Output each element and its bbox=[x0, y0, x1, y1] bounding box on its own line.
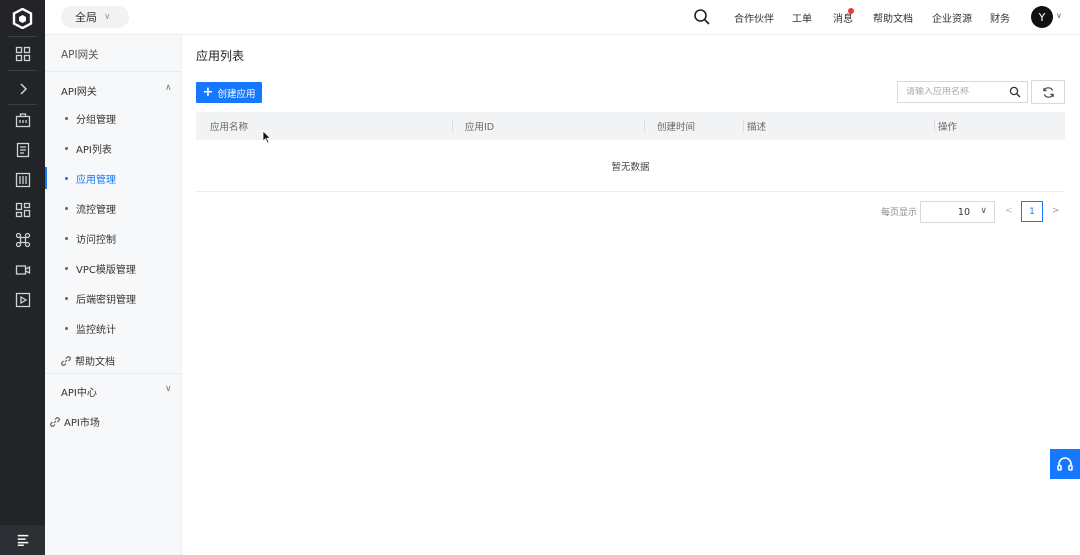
bullet-icon bbox=[65, 236, 68, 240]
scope-label: 全局 bbox=[75, 11, 97, 24]
logo-icon[interactable] bbox=[12, 8, 33, 29]
sidebar-item-monitoring[interactable]: 监控统计 bbox=[45, 313, 182, 343]
bullet-icon bbox=[65, 176, 68, 180]
sidebar-item-app-management[interactable]: 应用管理 bbox=[45, 163, 182, 193]
column-divider bbox=[743, 120, 744, 132]
sidebar-help-doc-label: 帮助文档 bbox=[75, 357, 115, 368]
nav-tickets[interactable]: 工单 bbox=[792, 0, 812, 35]
bullet-icon bbox=[65, 296, 68, 300]
sidebar-item-group-management[interactable]: 分组管理 bbox=[45, 103, 182, 133]
nav-enterprise-resources[interactable]: 企业资源 bbox=[932, 0, 972, 35]
top-bar: 全局 ∨ 合作伙伴 工单 消息 帮助文档 企业资源 财务 Y ∨ bbox=[45, 0, 1080, 35]
bullet-icon bbox=[65, 116, 68, 120]
sidebar-item-label: 应用管理 bbox=[76, 174, 116, 186]
column-divider bbox=[644, 120, 645, 132]
search-icon[interactable] bbox=[1009, 86, 1021, 98]
sidebar-group-api-center[interactable]: API中心 bbox=[61, 384, 97, 399]
page-number-button[interactable]: 1 bbox=[1021, 201, 1043, 222]
scope-selector[interactable]: 全局 ∨ bbox=[61, 6, 129, 28]
column-app-name[interactable]: 应用名称 bbox=[210, 112, 248, 140]
sidebar-item-backend-keys[interactable]: 后端密钥管理 bbox=[45, 283, 182, 313]
sidebar-item-label: VPC模版管理 bbox=[76, 264, 136, 276]
headset-icon bbox=[1057, 457, 1073, 471]
bullet-icon bbox=[65, 206, 68, 210]
nav-partners[interactable]: 合作伙伴 bbox=[734, 0, 774, 35]
refresh-button[interactable] bbox=[1031, 80, 1065, 104]
chevron-up-icon[interactable]: ∧ bbox=[165, 83, 172, 93]
sidebar-item-vpc-template[interactable]: VPC模版管理 bbox=[45, 253, 182, 283]
sidebar-item-access-control[interactable]: 访问控制 bbox=[45, 223, 182, 253]
sidebar-help-doc[interactable]: 帮助文档 bbox=[61, 353, 115, 368]
barcode-icon[interactable] bbox=[14, 171, 31, 188]
sidebar-item-label: 分组管理 bbox=[76, 114, 116, 126]
sidebar-item-label: 后端密钥管理 bbox=[76, 294, 136, 306]
sidebar-api-market[interactable]: API市场 bbox=[50, 414, 100, 429]
page-size-value: 10 bbox=[957, 206, 970, 218]
video-icon[interactable] bbox=[14, 261, 31, 278]
expand-chevron-icon[interactable] bbox=[14, 80, 31, 97]
chevron-down-icon[interactable]: ∨ bbox=[165, 384, 172, 394]
icon-rail bbox=[0, 0, 45, 555]
menu-icon bbox=[17, 534, 28, 546]
refresh-icon bbox=[1042, 86, 1054, 98]
sidebar-item-label: 流控管理 bbox=[76, 204, 116, 216]
column-divider bbox=[934, 120, 935, 132]
nav-help-docs[interactable]: 帮助文档 bbox=[873, 0, 913, 35]
play-icon[interactable] bbox=[14, 291, 31, 308]
dashboard-icon[interactable] bbox=[14, 45, 31, 62]
menu-toggle-button[interactable] bbox=[0, 525, 45, 555]
sidebar-title: API网关 bbox=[61, 49, 99, 61]
support-button[interactable] bbox=[1050, 449, 1080, 479]
prev-page-button[interactable]: < bbox=[1005, 206, 1013, 216]
sidebar-item-label: API列表 bbox=[76, 144, 112, 156]
avatar[interactable]: Y bbox=[1031, 6, 1053, 28]
sidebar-divider bbox=[45, 373, 182, 374]
bullet-icon bbox=[65, 266, 68, 270]
mouse-cursor-icon bbox=[262, 130, 272, 144]
column-description[interactable]: 描述 bbox=[747, 112, 766, 140]
column-divider bbox=[452, 120, 453, 132]
search-icon[interactable] bbox=[693, 8, 711, 26]
secondary-sidebar: API网关 API网关 ∧ 分组管理 API列表 应用管理 流控管理 访问控制 … bbox=[45, 35, 182, 555]
nav-messages[interactable]: 消息 bbox=[833, 0, 853, 35]
app-search-input[interactable] bbox=[906, 87, 1006, 97]
page-title: 应用列表 bbox=[196, 49, 245, 63]
briefcase-icon[interactable] bbox=[14, 111, 31, 128]
chevron-down-icon: ∨ bbox=[980, 206, 987, 216]
sidebar-divider bbox=[45, 71, 182, 72]
column-app-id[interactable]: 应用ID bbox=[465, 112, 494, 140]
page-size-label: 每页显示 bbox=[881, 208, 918, 218]
sidebar-item-flow-control[interactable]: 流控管理 bbox=[45, 193, 182, 223]
page-size-select[interactable]: 10 ∨ bbox=[920, 201, 995, 223]
sidebar-group-api-gateway[interactable]: API网关 bbox=[61, 83, 97, 98]
bullet-icon bbox=[65, 146, 68, 150]
rail-divider bbox=[8, 36, 37, 37]
sidebar-item-label: 访问控制 bbox=[76, 234, 116, 246]
link-icon bbox=[50, 416, 60, 427]
sidebar-item-api-list[interactable]: API列表 bbox=[45, 133, 182, 163]
nav-finance[interactable]: 财务 bbox=[990, 0, 1010, 35]
empty-state: 暂无数据 bbox=[196, 140, 1065, 192]
link-icon bbox=[61, 355, 71, 366]
bullet-icon bbox=[65, 326, 68, 330]
rail-divider bbox=[8, 104, 37, 105]
create-app-button[interactable]: + 创建应用 bbox=[196, 82, 262, 103]
column-actions[interactable]: 操作 bbox=[938, 112, 957, 140]
message-badge bbox=[848, 8, 854, 14]
document-icon[interactable] bbox=[14, 141, 31, 158]
apps-icon[interactable] bbox=[14, 201, 31, 218]
table-header: 应用名称 应用ID 创建时间 描述 操作 bbox=[196, 112, 1065, 140]
app-search-field[interactable] bbox=[897, 81, 1028, 103]
chevron-down-icon[interactable]: ∨ bbox=[1056, 11, 1062, 20]
command-icon[interactable] bbox=[14, 231, 31, 248]
plus-icon: + bbox=[202, 85, 214, 100]
chevron-down-icon: ∨ bbox=[104, 12, 111, 22]
column-created-time[interactable]: 创建时间 bbox=[657, 112, 695, 140]
sidebar-api-market-label: API市场 bbox=[64, 418, 100, 429]
create-app-label: 创建应用 bbox=[217, 88, 256, 100]
rail-divider bbox=[8, 70, 37, 71]
sidebar-item-label: 监控统计 bbox=[76, 324, 116, 336]
next-page-button[interactable]: > bbox=[1052, 206, 1060, 216]
